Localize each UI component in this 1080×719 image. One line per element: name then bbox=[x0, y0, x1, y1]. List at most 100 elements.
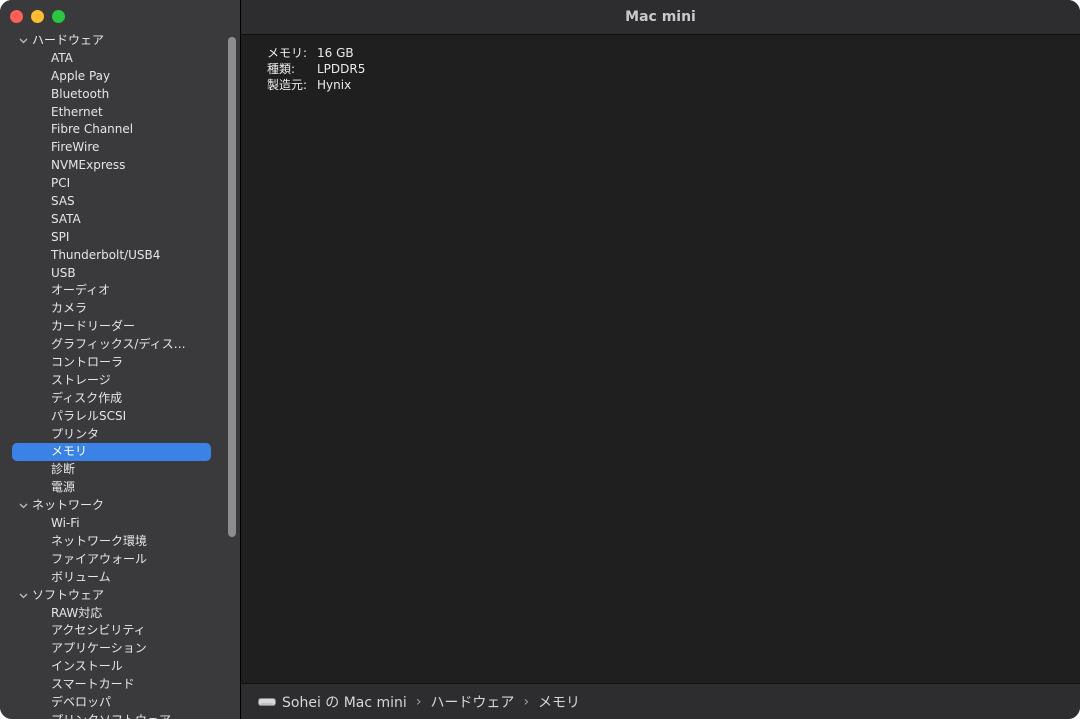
chevron-down-icon[interactable] bbox=[17, 32, 29, 50]
sidebar-item-label: Bluetooth bbox=[51, 86, 110, 101]
close-button[interactable] bbox=[10, 10, 23, 23]
sidebar-item[interactable]: プリンタ bbox=[0, 426, 226, 444]
sidebar-item-label: オーディオ bbox=[51, 283, 111, 298]
sidebar-category[interactable]: ネットワーク bbox=[0, 497, 226, 515]
sidebar-item[interactable]: Thunderbolt/USB4 bbox=[0, 247, 226, 265]
sidebar-item-label: SAS bbox=[51, 194, 75, 209]
sidebar-item[interactable]: NVMExpress bbox=[0, 157, 226, 175]
sidebar-item-label: NVMExpress bbox=[51, 158, 126, 173]
detail-pane: メモリ: 16 GB 種類: LPDDR5 製造元: Hynix bbox=[241, 35, 1080, 683]
sidebar-item-label: SATA bbox=[51, 211, 81, 226]
sidebar-item-label: カードリーダー bbox=[51, 319, 136, 334]
sidebar-item-label: デベロッパ bbox=[51, 694, 112, 709]
path-bar: Sohei の Mac mini › ハードウェア › メモリ bbox=[241, 683, 1080, 719]
sidebar-item-label: Wi-Fi bbox=[51, 516, 80, 531]
sidebar-item-label: ネットワーク環境 bbox=[51, 533, 148, 548]
sidebar-item[interactable]: カードリーダー bbox=[0, 318, 226, 336]
sidebar-item[interactable]: Bluetooth bbox=[0, 86, 226, 104]
sidebar-item[interactable]: 診断 bbox=[0, 461, 226, 479]
sidebar-item-label: Ethernet bbox=[51, 104, 103, 119]
sidebar-item[interactable]: グラフィックス/ディス… bbox=[0, 336, 226, 354]
sidebar-item[interactable]: ATA bbox=[0, 50, 226, 68]
system-information-window: ハードウェア ATA Apple Pay Bluetooth Ethernet Fibre… bbox=[0, 0, 1080, 719]
sidebar-item[interactable]: Ethernet bbox=[0, 104, 226, 122]
sidebar-item[interactable]: スマートカード bbox=[0, 676, 226, 694]
sidebar-item[interactable]: コントローラ bbox=[0, 354, 226, 372]
detail-row: メモリ: 16 GB bbox=[267, 45, 365, 61]
sidebar-item[interactable]: SPI bbox=[0, 229, 226, 247]
sidebar-category-label: ネットワーク bbox=[32, 498, 105, 513]
sidebar-item-label: ファイアウォール bbox=[51, 551, 148, 566]
sidebar-item[interactable]: SAS bbox=[0, 193, 226, 211]
memory-details: メモリ: 16 GB 種類: LPDDR5 製造元: Hynix bbox=[267, 45, 365, 93]
breadcrumb-computer[interactable]: Sohei の Mac mini bbox=[282, 692, 407, 712]
sidebar-item[interactable]: カメラ bbox=[0, 300, 226, 318]
sidebar-item[interactable]: PCI bbox=[0, 175, 226, 193]
sidebar-item[interactable]: ディスク作成 bbox=[0, 390, 226, 408]
sidebar-item[interactable]: Wi-Fi bbox=[0, 515, 226, 533]
sidebar-item-label: 診断 bbox=[51, 462, 76, 477]
sidebar-item[interactable]: プリンタソフトウェア bbox=[0, 712, 226, 719]
detail-value: Hynix bbox=[317, 78, 352, 92]
chevron-down-icon[interactable] bbox=[17, 497, 29, 515]
sidebar-item[interactable]: USB bbox=[0, 265, 226, 283]
sidebar-item-label: カメラ bbox=[51, 301, 88, 316]
sidebar: ハードウェア ATA Apple Pay Bluetooth Ethernet Fibre… bbox=[0, 0, 241, 719]
window-controls bbox=[10, 10, 65, 23]
sidebar-item[interactable]: 電源 bbox=[0, 479, 226, 497]
sidebar-item-label: コントローラ bbox=[51, 355, 124, 370]
sidebar-item-label: グラフィックス/ディス… bbox=[51, 337, 186, 352]
breadcrumb-separator-icon: › bbox=[523, 693, 530, 710]
sidebar-item[interactable]: ストレージ bbox=[0, 372, 226, 390]
minimize-button[interactable] bbox=[31, 10, 44, 23]
sidebar-item[interactable]: インストール bbox=[0, 658, 226, 676]
sidebar-item[interactable]: ネットワーク環境 bbox=[0, 533, 226, 551]
window-title: Mac mini bbox=[625, 9, 696, 25]
breadcrumb-item[interactable]: メモリ bbox=[538, 692, 580, 712]
chevron-down-icon[interactable] bbox=[17, 587, 29, 605]
zoom-button[interactable] bbox=[52, 10, 65, 23]
sidebar-item-label: RAW対応 bbox=[51, 605, 103, 620]
sidebar-item-label: USB bbox=[51, 265, 76, 280]
sidebar-item[interactable]: パラレルSCSI bbox=[0, 408, 226, 426]
sidebar-item[interactable]: ボリューム bbox=[0, 569, 226, 587]
sidebar-item-label: アクセシビリティ bbox=[51, 623, 146, 638]
sidebar-item-label: ストレージ bbox=[51, 372, 111, 387]
sidebar-item-label: スマートカード bbox=[51, 677, 135, 692]
sidebar-item[interactable]: メモリ bbox=[0, 443, 226, 462]
sidebar-item-label: 電源 bbox=[51, 480, 76, 495]
detail-key: 製造元: bbox=[267, 78, 308, 92]
sidebar-category[interactable]: ハードウェア bbox=[0, 32, 226, 50]
detail-row: 製造元: Hynix bbox=[267, 77, 365, 93]
sidebar-item-label: インストール bbox=[51, 659, 123, 674]
sidebar-item-label: アプリケーション bbox=[51, 641, 147, 656]
sidebar-category-label: ソフトウェア bbox=[32, 587, 105, 602]
sidebar-item[interactable]: ファイアウォール bbox=[0, 551, 226, 569]
sidebar-item-label: SPI bbox=[51, 229, 70, 244]
sidebar-item-label: Thunderbolt/USB4 bbox=[51, 247, 161, 262]
sidebar-item-label: メモリ bbox=[51, 444, 88, 459]
sidebar-category[interactable]: ソフトウェア bbox=[0, 587, 226, 605]
breadcrumb-category[interactable]: ハードウェア bbox=[430, 692, 514, 712]
sidebar-item-label: ATA bbox=[51, 50, 73, 65]
sidebar-item[interactable]: FireWire bbox=[0, 139, 226, 157]
detail-key: 種類: bbox=[267, 62, 296, 76]
sidebar-item[interactable]: Fibre Channel bbox=[0, 121, 226, 139]
sidebar-item[interactable]: SATA bbox=[0, 211, 226, 229]
sidebar-tree: ハードウェア ATA Apple Pay Bluetooth Ethernet Fibre… bbox=[0, 32, 226, 719]
sidebar-item-label: プリンタソフトウェア bbox=[51, 713, 171, 719]
sidebar-item[interactable]: Apple Pay bbox=[0, 68, 226, 86]
detail-row: 種類: LPDDR5 bbox=[267, 61, 365, 77]
sidebar-item[interactable]: アクセシビリティ bbox=[0, 622, 226, 640]
sidebar-item[interactable]: RAW対応 bbox=[0, 605, 226, 623]
sidebar-item[interactable]: オーディオ bbox=[0, 282, 226, 300]
sidebar-item-label: パラレルSCSI bbox=[51, 408, 127, 423]
detail-value: LPDDR5 bbox=[317, 62, 366, 76]
sidebar-scrollbar[interactable] bbox=[228, 37, 236, 537]
sidebar-item[interactable]: デベロッパ bbox=[0, 694, 226, 712]
sidebar-item[interactable]: アプリケーション bbox=[0, 640, 226, 658]
detail-key: メモリ: bbox=[267, 46, 308, 60]
detail-value: 16 GB bbox=[317, 46, 354, 60]
sidebar-item-label: PCI bbox=[51, 176, 71, 191]
title-bar: Mac mini bbox=[241, 0, 1080, 35]
